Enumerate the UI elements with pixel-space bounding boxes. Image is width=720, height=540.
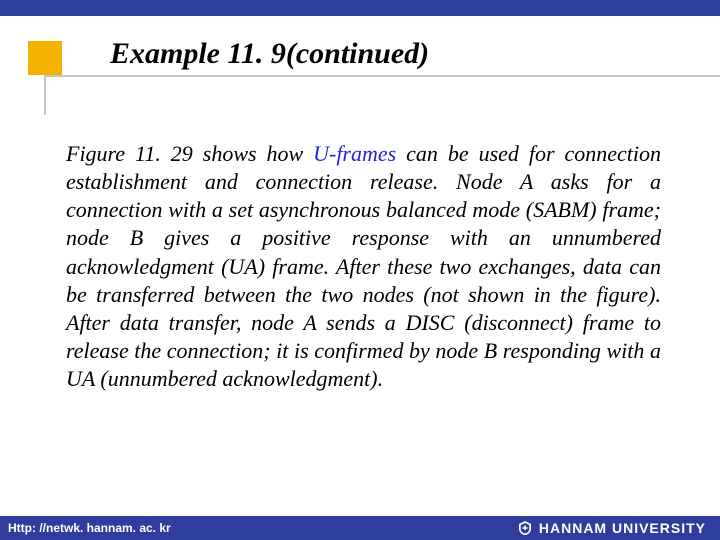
top-accent-bar <box>0 0 720 16</box>
footer-university-name: HANNAM UNIVERSITY <box>539 520 706 536</box>
title-rule-horizontal <box>44 75 720 77</box>
body-text-pre: Figure 11. 29 shows how <box>66 141 313 166</box>
body-text-post: can be used for connection establishment… <box>66 141 661 391</box>
title-block: Example 11. 9(continued) <box>0 25 720 95</box>
slide: Example 11. 9(continued) Figure 11. 29 s… <box>0 0 720 540</box>
footer-bar: Http: //netwk. hannam. ac. kr HANNAM UNI… <box>0 516 720 540</box>
university-logo-icon <box>517 520 533 536</box>
body-paragraph: Figure 11. 29 shows how U-frames can be … <box>66 140 661 393</box>
footer-branding: HANNAM UNIVERSITY <box>517 520 706 536</box>
title-bullet-square <box>28 41 62 75</box>
body-text-block: Figure 11. 29 shows how U-frames can be … <box>66 140 661 393</box>
footer-url: Http: //netwk. hannam. ac. kr <box>8 521 171 535</box>
body-keyword: U-frames <box>313 141 396 166</box>
slide-title: Example 11. 9(continued) <box>110 37 429 71</box>
